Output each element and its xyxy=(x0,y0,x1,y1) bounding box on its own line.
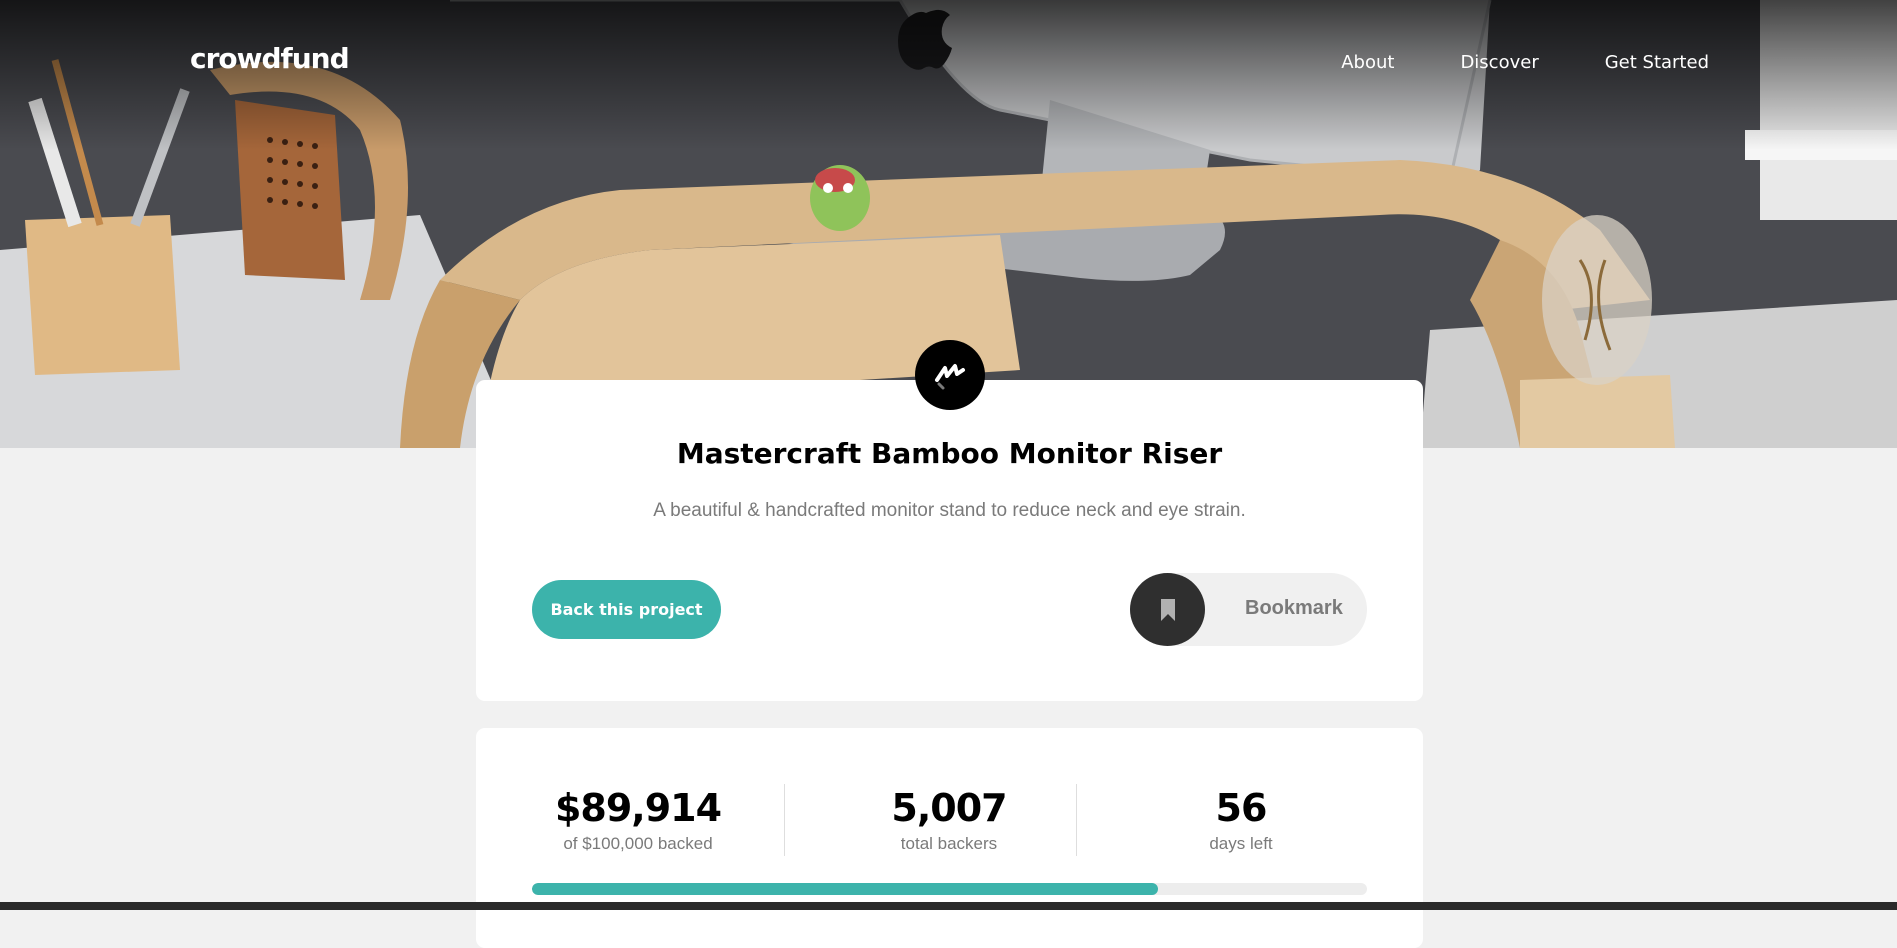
stat-value: 5,007 xyxy=(891,786,1007,830)
stat-backed: $89,914 of $100,000 backed xyxy=(518,786,758,854)
funding-progress-bar xyxy=(532,883,1367,895)
bookmark-icon xyxy=(1130,573,1205,646)
brand-logo[interactable]: crowdfund xyxy=(190,42,350,75)
stat-label: days left xyxy=(1209,834,1273,853)
stat-days-left: 56 days left xyxy=(1121,786,1361,854)
project-description: A beautiful & handcrafted monitor stand … xyxy=(653,500,1246,521)
back-project-button[interactable]: Back this project xyxy=(532,580,721,639)
stat-value: 56 xyxy=(1215,786,1268,830)
project-title: Mastercraft Bamboo Monitor Riser xyxy=(676,437,1223,470)
project-intro-card: Mastercraft Bamboo Monitor Riser A beaut… xyxy=(476,380,1423,701)
funding-progress-fill xyxy=(532,883,1159,895)
mastercraft-logo-icon xyxy=(915,340,985,410)
stat-value: $89,914 xyxy=(554,786,722,830)
nav-item-discover[interactable]: Discover xyxy=(1460,52,1538,73)
project-stats-card: $89,914 of $100,000 backed 5,007 total b… xyxy=(476,728,1423,948)
stat-label: total backers xyxy=(900,834,998,853)
bookmark-button[interactable]: Bookmark xyxy=(1130,573,1367,646)
bottom-edge-bar xyxy=(0,902,1897,910)
stat-label: of $100,000 backed xyxy=(563,834,713,853)
stat-divider xyxy=(784,784,785,856)
main-nav: About Discover Get Started xyxy=(1275,52,1709,73)
bookmark-label: Bookmark xyxy=(1245,597,1343,619)
nav-item-about[interactable]: About xyxy=(1341,52,1394,73)
stat-divider xyxy=(1076,784,1077,856)
stat-backers: 5,007 total backers xyxy=(829,786,1069,854)
nav-item-get-started[interactable]: Get Started xyxy=(1605,52,1709,73)
